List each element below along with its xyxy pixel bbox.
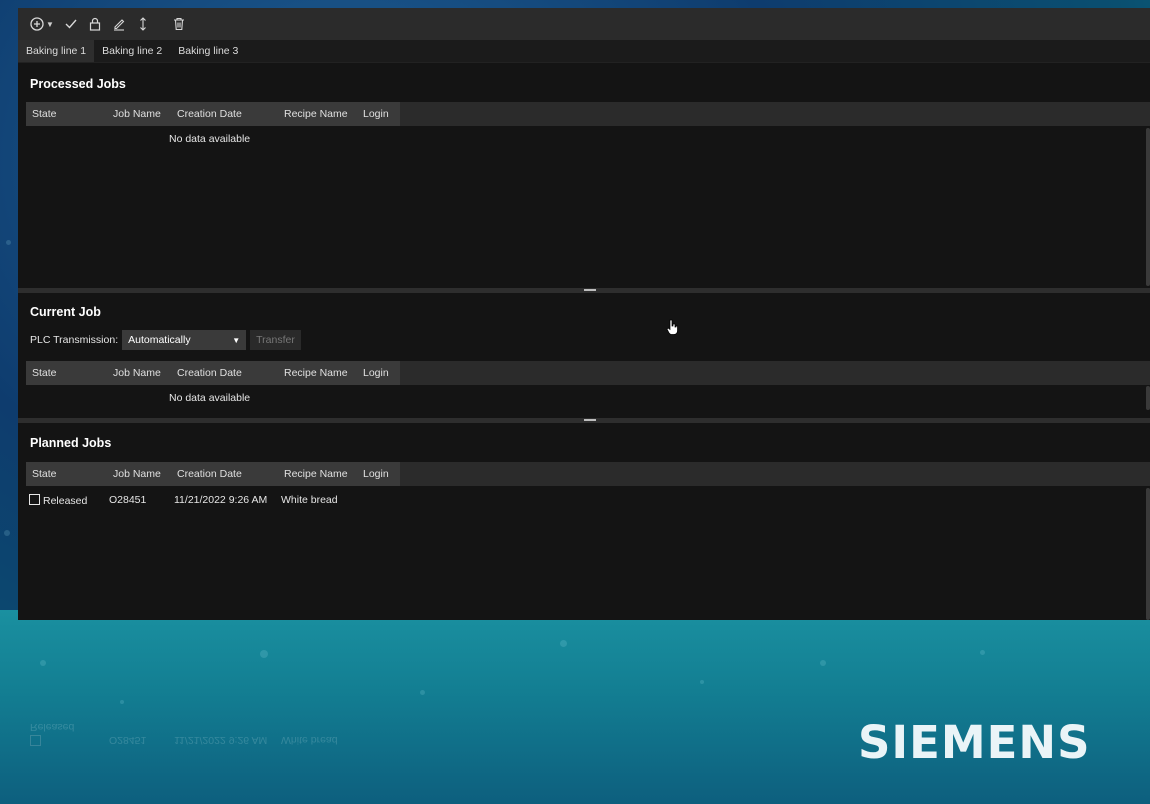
dropdown-caret-icon[interactable]: ▼ <box>46 20 54 29</box>
reflection-job-name: O28451 <box>109 734 147 746</box>
splitter-2[interactable] <box>18 418 1150 423</box>
processed-empty-text: No data available <box>169 133 251 145</box>
row-job-name: O28451 <box>109 494 147 506</box>
row-state-text: Released <box>43 495 88 507</box>
job-manager-panel: ▼ Baking line 1 Baking line 2 Baking lin… <box>18 8 1150 620</box>
reflection-recipe-name: White bread <box>281 734 338 746</box>
col-recipe-name[interactable]: Recipe Name <box>284 468 348 480</box>
tab-baking-line-1[interactable]: Baking line 1 <box>18 40 95 62</box>
col-creation-date[interactable]: Creation Date <box>177 468 242 480</box>
trash-icon[interactable] <box>168 13 190 35</box>
hand-cursor-icon <box>666 319 678 340</box>
transfer-button[interactable]: Transfer <box>250 330 301 350</box>
planned-scrollbar[interactable] <box>1146 488 1150 620</box>
toolbar: ▼ <box>18 8 1150 40</box>
plc-transmission-label: PLC Transmission: <box>30 334 119 346</box>
tab-baking-line-3[interactable]: Baking line 3 <box>170 40 246 62</box>
tab-baking-line-2[interactable]: Baking line 2 <box>94 40 170 62</box>
col-login[interactable]: Login <box>363 367 389 379</box>
plc-transmission-row: PLC Transmission: Automatically ▼ Transf… <box>30 330 301 350</box>
processed-table-header: State Job Name Creation Date Recipe Name… <box>26 102 1150 126</box>
row-recipe-name: White bread <box>281 494 338 506</box>
row-checkbox[interactable] <box>29 494 40 505</box>
col-recipe-name[interactable]: Recipe Name <box>284 108 348 120</box>
processed-scrollbar[interactable] <box>1146 128 1150 286</box>
col-job-name[interactable]: Job Name <box>113 108 161 120</box>
reflection-state: Released <box>30 721 75 733</box>
row-state-cell[interactable]: Released <box>29 494 87 507</box>
row-creation-date: 11/21/2022 9:26 AM <box>174 494 268 506</box>
col-state[interactable]: State <box>32 367 57 379</box>
siemens-logo: SIEMENS <box>858 716 1091 769</box>
current-empty-text: No data available <box>169 392 251 404</box>
col-state[interactable]: State <box>32 468 57 480</box>
col-creation-date[interactable]: Creation Date <box>177 367 242 379</box>
planned-table-header: State Job Name Creation Date Recipe Name… <box>26 462 1150 486</box>
add-circle-icon[interactable] <box>26 13 48 35</box>
plc-transmission-value: Automatically <box>128 334 191 346</box>
col-creation-date[interactable]: Creation Date <box>177 108 242 120</box>
col-job-name[interactable]: Job Name <box>113 367 161 379</box>
planned-jobs-title: Planned Jobs <box>30 436 112 450</box>
lock-icon[interactable] <box>84 13 106 35</box>
background-gradient <box>0 610 1150 804</box>
splitter-1[interactable] <box>18 288 1150 293</box>
current-job-title: Current Job <box>30 305 101 319</box>
col-login[interactable]: Login <box>363 108 389 120</box>
reflection-creation-date: 11/21/2022 9:26 AM <box>174 734 268 746</box>
edit-icon[interactable] <box>108 13 130 35</box>
col-login[interactable]: Login <box>363 468 389 480</box>
plc-transmission-select[interactable]: Automatically ▼ <box>122 330 247 350</box>
col-recipe-name[interactable]: Recipe Name <box>284 367 348 379</box>
current-table-header: State Job Name Creation Date Recipe Name… <box>26 361 1150 385</box>
chevron-down-icon: ▼ <box>232 335 241 345</box>
baking-line-tabs: Baking line 1 Baking line 2 Baking line … <box>18 40 1150 63</box>
sort-icon[interactable] <box>132 13 154 35</box>
check-icon[interactable] <box>60 13 82 35</box>
col-state[interactable]: State <box>32 108 57 120</box>
processed-jobs-title: Processed Jobs <box>30 77 126 91</box>
col-job-name[interactable]: Job Name <box>113 468 161 480</box>
current-scrollbar[interactable] <box>1146 386 1150 410</box>
